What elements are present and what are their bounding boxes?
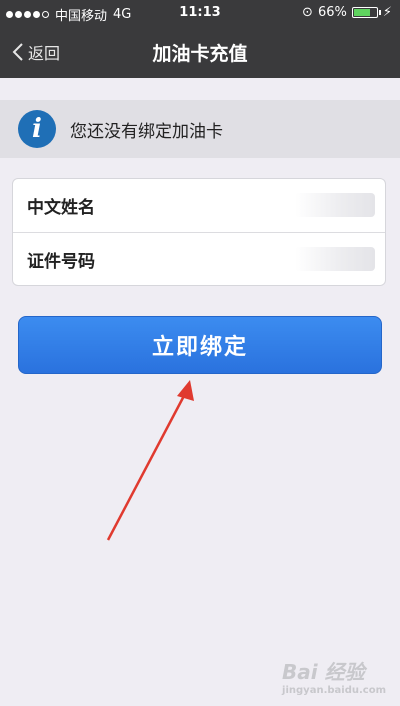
- watermark-sub: jingyan.baidu.com: [282, 685, 386, 696]
- watermark-logo: Bai 经验 jingyan.baidu.com: [282, 656, 386, 696]
- annotation-arrow-icon: [106, 380, 194, 541]
- watermark-text: Bai 经验: [282, 660, 365, 684]
